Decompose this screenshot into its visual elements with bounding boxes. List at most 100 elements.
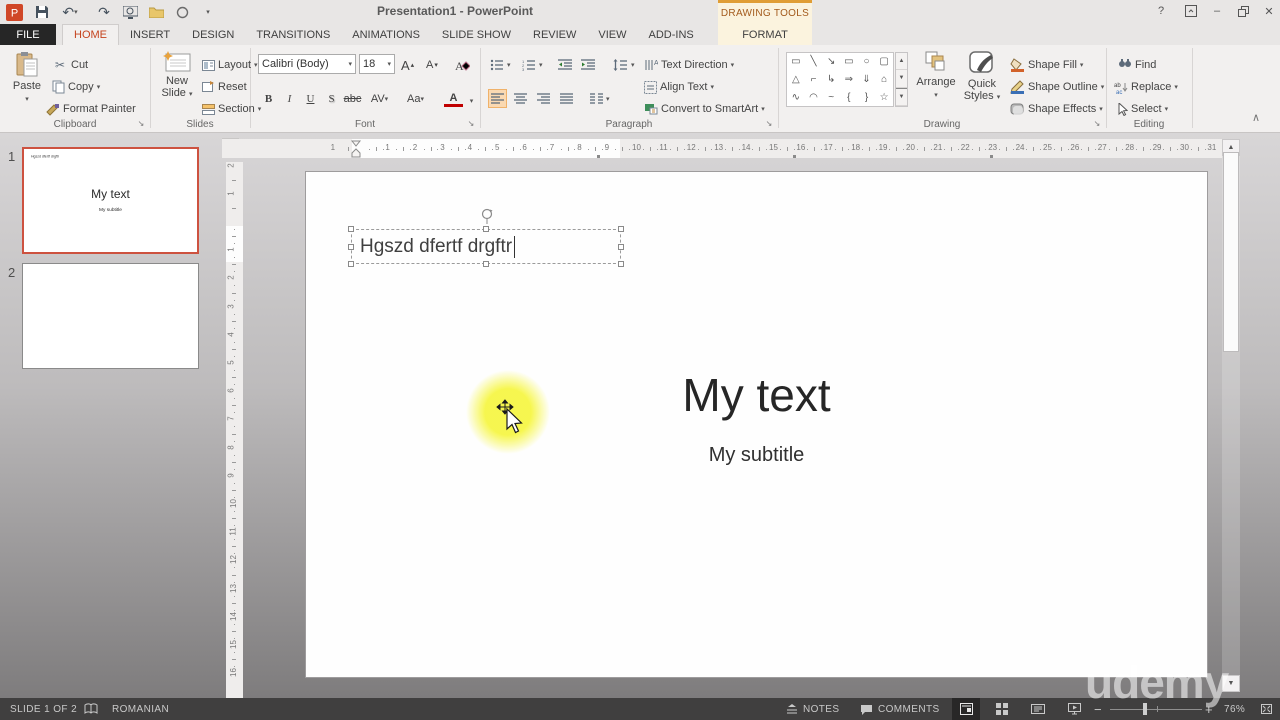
paste-button[interactable]: Paste▾ [8, 51, 46, 106]
select-button[interactable]: Select▾ [1118, 99, 1168, 119]
shape-elbow-arrow[interactable]: ↳ [822, 71, 840, 89]
tab-addins[interactable]: ADD-INS [638, 24, 705, 45]
italic-button[interactable]: I [280, 89, 299, 108]
slideshow-view-button[interactable] [1060, 698, 1088, 720]
shape-triangle[interactable]: △ [787, 71, 805, 89]
reading-view-button[interactable] [1024, 698, 1052, 720]
decrease-indent-button[interactable] [558, 55, 573, 75]
tab-design[interactable]: DESIGN [181, 24, 245, 45]
scrollbar-thumb[interactable] [1223, 152, 1239, 352]
resize-handle-n[interactable] [483, 226, 489, 232]
shape-rounded-rectangle[interactable]: ▢ [875, 53, 893, 71]
drawing-dialog-launcher[interactable]: ↘ [1092, 119, 1102, 129]
start-slideshow-button[interactable] [120, 3, 140, 21]
shape-star[interactable]: ☆ [875, 88, 893, 106]
shape-oval[interactable]: ○ [858, 53, 876, 71]
notes-button[interactable]: NOTES [786, 698, 839, 720]
font-family-combo[interactable]: Calibri (Body)▾ [258, 54, 356, 74]
character-spacing-button[interactable]: AV▾ [370, 89, 389, 108]
zoom-slider-track[interactable] [1110, 709, 1202, 710]
format-painter-button[interactable]: Format Painter [46, 99, 136, 119]
undo-dropdown-arrow[interactable]: ▾ [74, 8, 78, 16]
dropdown-arrow[interactable]: ▾ [631, 61, 635, 69]
minimize-button[interactable]: – [1206, 2, 1228, 20]
shape-freeform-polygon[interactable]: ⌂ [875, 71, 893, 89]
shape-brace-left[interactable]: { [840, 88, 858, 106]
shape-scribble[interactable]: ∿ [787, 88, 805, 106]
font-color-button[interactable]: A [444, 91, 463, 107]
tab-home[interactable]: HOME [62, 24, 119, 45]
grow-font-button[interactable]: A▴ [401, 55, 414, 75]
dropdown-arrow[interactable]: ▾ [1174, 83, 1178, 91]
tab-view[interactable]: VIEW [587, 24, 637, 45]
convert-smartart-button[interactable]: Convert to SmartArt▾ [644, 99, 765, 119]
shape-line[interactable]: ╲ [805, 53, 823, 71]
language-indicator[interactable]: ROMANIAN [112, 698, 169, 720]
font-size-combo[interactable]: 18▾ [359, 54, 395, 74]
shape-gallery-scrollbar[interactable]: ▲ ▼ ▼ [895, 52, 908, 107]
tab-review[interactable]: REVIEW [522, 24, 587, 45]
undo-button[interactable]: ↶▾ [56, 3, 84, 21]
numbering-button[interactable]: 123 ▾ [522, 55, 543, 75]
close-button[interactable]: ✕ [1258, 2, 1280, 20]
resize-handle-se[interactable] [618, 261, 624, 267]
dropdown-arrow[interactable]: ▾ [97, 83, 101, 91]
ribbon-display-options-button[interactable] [1180, 2, 1202, 20]
slide-thumbnail-2[interactable] [22, 263, 199, 369]
tab-insert[interactable]: INSERT [119, 24, 181, 45]
paragraph-dialog-launcher[interactable]: ↘ [764, 119, 774, 129]
reset-button[interactable]: Reset [202, 77, 247, 97]
columns-button[interactable]: ▾ [590, 89, 610, 108]
shape-text-box[interactable]: ▭ [787, 53, 805, 71]
horizontal-ruler[interactable]: 1234567891011121314151617181920212223242… [222, 139, 1222, 158]
rotation-handle[interactable] [480, 208, 494, 224]
indent-marker[interactable] [350, 140, 362, 158]
shape-block-arrow-down[interactable]: ⇓ [858, 71, 876, 89]
spell-check-icon[interactable] [84, 698, 98, 720]
shape-block-arrow-right[interactable]: ⇒ [840, 71, 858, 89]
shape-arrow[interactable]: ↘ [822, 53, 840, 71]
shape-arc[interactable]: ◠ [805, 88, 823, 106]
tab-format[interactable]: FORMAT [718, 24, 812, 45]
shape-outline-button[interactable]: Shape Outline▾ [1010, 77, 1104, 97]
resize-handle-sw[interactable] [348, 261, 354, 267]
textbox-selected[interactable]: Hgszd dfertf drgftr [351, 229, 621, 264]
find-button[interactable]: Find [1118, 55, 1156, 75]
resize-handle-nw[interactable] [348, 226, 354, 232]
line-spacing-button[interactable]: ▾ [613, 55, 635, 75]
slide-title-text[interactable]: My text [306, 368, 1207, 422]
arrange-button[interactable]: Arrange▾ [914, 51, 958, 102]
font-color-dropdown[interactable]: ▾ [462, 91, 481, 110]
shape-curve[interactable]: ~ [822, 88, 840, 106]
resize-handle-w[interactable] [348, 244, 354, 250]
tab-animations[interactable]: ANIMATIONS [341, 24, 431, 45]
slide-thumbnail-1[interactable]: Hgszd dfertf drgftr My text My subtitle [22, 147, 199, 254]
customize-qat-button[interactable]: ▾ [198, 3, 218, 21]
underline-button[interactable]: U [301, 89, 320, 108]
comments-button[interactable]: COMMENTS [860, 698, 940, 720]
copy-button[interactable]: Copy ▾ [52, 77, 100, 97]
align-text-button[interactable]: Align Text▾ [644, 77, 714, 97]
change-case-button[interactable]: Aa▾ [406, 89, 425, 108]
align-left-button[interactable] [488, 89, 507, 108]
resize-handle-ne[interactable] [618, 226, 624, 232]
increase-indent-button[interactable] [581, 55, 596, 75]
clear-formatting-button[interactable]: A [454, 55, 470, 75]
align-right-button[interactable] [534, 89, 553, 108]
bold-button[interactable]: B [259, 89, 278, 108]
tab-file[interactable]: FILE [0, 24, 56, 45]
shrink-font-button[interactable]: A▾ [426, 55, 438, 75]
help-button[interactable]: ? [1150, 2, 1172, 20]
quick-styles-button[interactable]: QuickStyles ▾ [960, 51, 1004, 104]
vertical-ruler[interactable]: 1234567891011121314151612 [226, 162, 243, 702]
dropdown-arrow[interactable]: ▾ [507, 61, 511, 69]
open-folder-button[interactable] [146, 3, 166, 21]
tab-slideshow[interactable]: SLIDE SHOW [431, 24, 522, 45]
slide-indicator[interactable]: SLIDE 1 OF 2 [10, 698, 77, 720]
text-direction-button[interactable]: A Text Direction▾ [644, 55, 734, 75]
normal-view-button[interactable] [952, 698, 980, 720]
touch-mode-button[interactable] [172, 3, 192, 21]
restore-button[interactable] [1232, 2, 1254, 20]
dropdown-arrow[interactable]: ▾ [606, 95, 610, 103]
bullets-button[interactable]: ▾ [490, 55, 511, 75]
